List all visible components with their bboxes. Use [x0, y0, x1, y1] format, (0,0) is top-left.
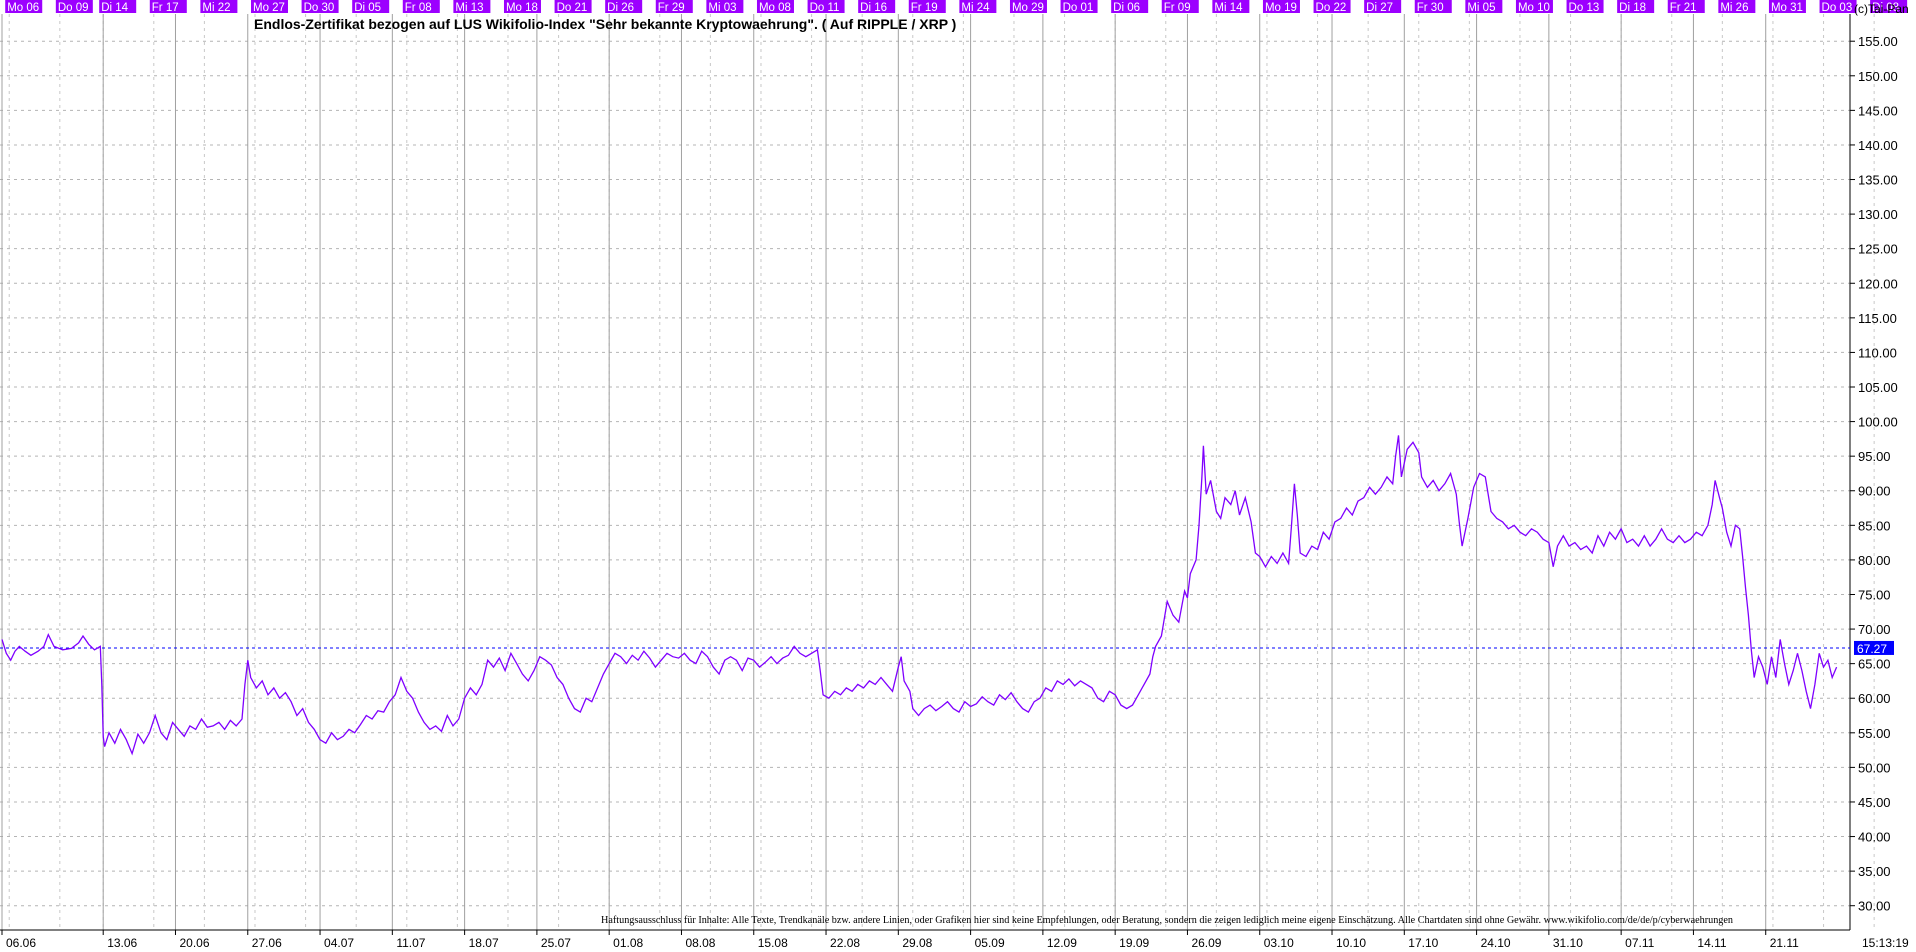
y-tick-label: 145.00: [1858, 103, 1898, 118]
day-tick-label: Di 16: [860, 2, 887, 14]
x-tick-label: 04.07: [324, 936, 354, 950]
y-tick-label: 135.00: [1858, 173, 1898, 188]
day-tick-label: Mi 24: [961, 2, 990, 14]
x-tick-label: 26.09: [1191, 936, 1221, 950]
day-tick-label: Mi 26: [1720, 2, 1748, 14]
x-tick-label: 01.08: [613, 936, 643, 950]
y-tick-label: 50.00: [1858, 760, 1891, 775]
day-tick-label: Mo 08: [759, 2, 791, 14]
day-tick-label: Mo 27: [253, 2, 285, 14]
day-tick-label: Do 11: [810, 2, 840, 14]
day-tick-label: Do 13: [1569, 2, 1600, 14]
day-tick-label: Mo 18: [506, 2, 538, 14]
day-tick-label: Mo 19: [1265, 2, 1297, 14]
day-tick-label: Mo 10: [1518, 2, 1550, 14]
y-tick-label: 150.00: [1858, 69, 1898, 84]
disclaimer: Haftungsausschluss für Inhalte: Alle Tex…: [601, 915, 1733, 926]
y-tick-label: 45.00: [1858, 795, 1891, 810]
day-tick-label: Mi 05: [1467, 2, 1495, 14]
chart: Mo 06 Do 09 Di 14 Fr 17 Mi 22 Mo 27 Do 30 Di 05…: [0, 0, 1916, 952]
y-tick-label: 85.00: [1858, 518, 1891, 533]
y-tick-label: 80.00: [1858, 553, 1891, 568]
y-tick-label: 40.00: [1858, 830, 1891, 845]
y-tick-label: 100.00: [1858, 415, 1898, 430]
day-tick-label: Mi 13: [455, 2, 483, 14]
day-tick-label: Mo 31: [1771, 2, 1803, 14]
day-tick-label: Do 09: [58, 2, 89, 14]
x-tick-label: 05.09: [975, 936, 1005, 950]
day-tick-label: Mi 14: [1214, 2, 1243, 14]
day-tick-label: Di 14: [101, 2, 128, 14]
y-tick-label: 115.00: [1858, 311, 1897, 326]
day-tick-label: Do 21: [557, 2, 588, 14]
last-value-label: 67.27: [1857, 642, 1887, 656]
day-tick-label: Fr 08: [405, 2, 432, 14]
x-tick-label: 31.10: [1553, 936, 1583, 950]
x-tick-label: 18.07: [469, 936, 499, 950]
day-tick-label: Fr 21: [1670, 2, 1697, 14]
y-tick-label: 35.00: [1858, 864, 1891, 879]
time-label: 15:13:19: [1862, 936, 1909, 950]
y-tick-label: 130.00: [1858, 207, 1898, 222]
x-tick-label: 13.06: [107, 936, 137, 950]
day-tick-label: Do 22: [1316, 2, 1347, 14]
x-tick-label: 08.08: [685, 936, 715, 950]
x-tick-label: 20.06: [179, 936, 209, 950]
day-tick-label: Mi 03: [708, 2, 736, 14]
y-tick-label: 155.00: [1858, 34, 1898, 49]
y-tick-label: 70.00: [1858, 622, 1891, 637]
top-day-axis: Mo 06 Do 09 Di 14 Fr 17 Mi 22 Mo 27 Do 30 Di 05…: [0, 0, 1908, 14]
day-tick-label: Fr 09: [1164, 2, 1191, 14]
day-tick-label: Do 03: [1822, 2, 1853, 14]
chart-title: Endlos-Zertifikat bezogen auf LUS Wikifo…: [254, 16, 956, 32]
day-tick-label: Fr 29: [658, 2, 685, 14]
day-tick-label: Di 18: [1619, 2, 1646, 14]
y-tick-label: 75.00: [1858, 587, 1891, 602]
y-tick-label: 55.00: [1858, 726, 1891, 741]
copyright: (c)Tai-Pan: [1854, 2, 1909, 16]
day-tick-label: Mo 29: [1012, 2, 1044, 14]
day-tick-label: Di 05: [354, 2, 381, 14]
x-tick-label: 29.08: [902, 936, 932, 950]
x-tick-label: 27.06: [252, 936, 282, 950]
y-tick-label: 125.00: [1858, 242, 1898, 257]
x-tick-label: 19.09: [1119, 936, 1149, 950]
x-tick-label: 25.07: [541, 936, 571, 950]
x-tick-label: 22.08: [830, 936, 860, 950]
x-tick-label: 12.09: [1047, 936, 1077, 950]
day-tick-label: Mi 22: [202, 2, 230, 14]
day-tick-label: Di 06: [1113, 2, 1140, 14]
day-tick-label: Mo 06: [7, 2, 39, 14]
day-tick-label: Do 01: [1063, 2, 1094, 14]
x-tick-label: 10.10: [1336, 936, 1366, 950]
day-tick-label: Fr 17: [152, 2, 179, 14]
day-tick-label: Di 26: [607, 2, 634, 14]
day-tick-label: Di 27: [1366, 2, 1393, 14]
x-tick-label: 14.11: [1697, 936, 1726, 950]
y-tick-label: 65.00: [1858, 657, 1891, 672]
chart-background: [0, 0, 1916, 952]
y-tick-label: 90.00: [1858, 484, 1891, 499]
y-tick-label: 105.00: [1858, 380, 1898, 395]
y-tick-label: 110.00: [1858, 345, 1897, 360]
day-tick-label: Fr 30: [1417, 2, 1444, 14]
day-tick-label: Fr 19: [911, 2, 938, 14]
x-tick-label: 15.08: [758, 936, 788, 950]
x-tick-label: 11.07: [396, 936, 425, 950]
y-tick-label: 95.00: [1858, 449, 1891, 464]
last-value-badge: 67.27: [1854, 640, 1894, 656]
x-tick-label: 07.11: [1625, 936, 1654, 950]
y-tick-label: 30.00: [1858, 899, 1891, 914]
x-tick-label: 21.11: [1770, 936, 1799, 950]
x-tick-label: 03.10: [1264, 936, 1294, 950]
day-tick-label: Do 30: [304, 2, 335, 14]
x-tick-label: 17.10: [1408, 936, 1438, 950]
y-tick-label: 60.00: [1858, 691, 1891, 706]
x-tick-label: 24.10: [1481, 936, 1511, 950]
x-tick-label: 06.06: [6, 936, 36, 950]
y-tick-label: 140.00: [1858, 138, 1898, 153]
y-tick-label: 120.00: [1858, 276, 1898, 291]
